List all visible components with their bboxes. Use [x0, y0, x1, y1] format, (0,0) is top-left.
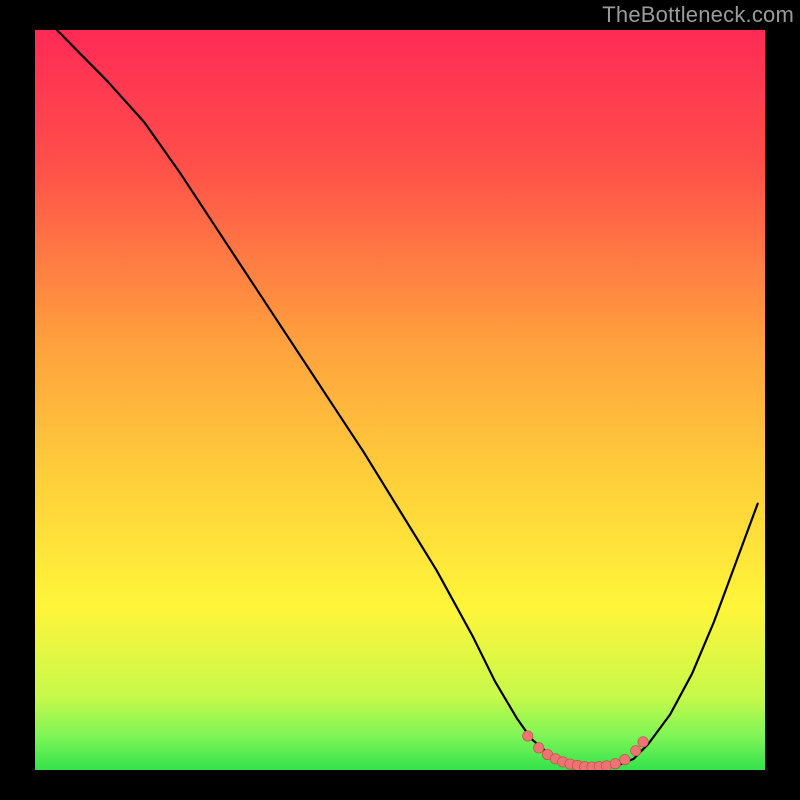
- marker-dot: [523, 731, 533, 741]
- watermark-text: TheBottleneck.com: [602, 2, 794, 28]
- marker-dot: [534, 743, 544, 753]
- bottleneck-chart: [35, 30, 765, 770]
- marker-dot: [638, 737, 648, 747]
- marker-dot: [610, 759, 620, 769]
- chart-container: TheBottleneck.com: [0, 0, 800, 800]
- marker-dot: [631, 746, 641, 756]
- marker-dot: [620, 754, 630, 764]
- gradient-background: [35, 30, 765, 770]
- plot-area: [35, 30, 765, 770]
